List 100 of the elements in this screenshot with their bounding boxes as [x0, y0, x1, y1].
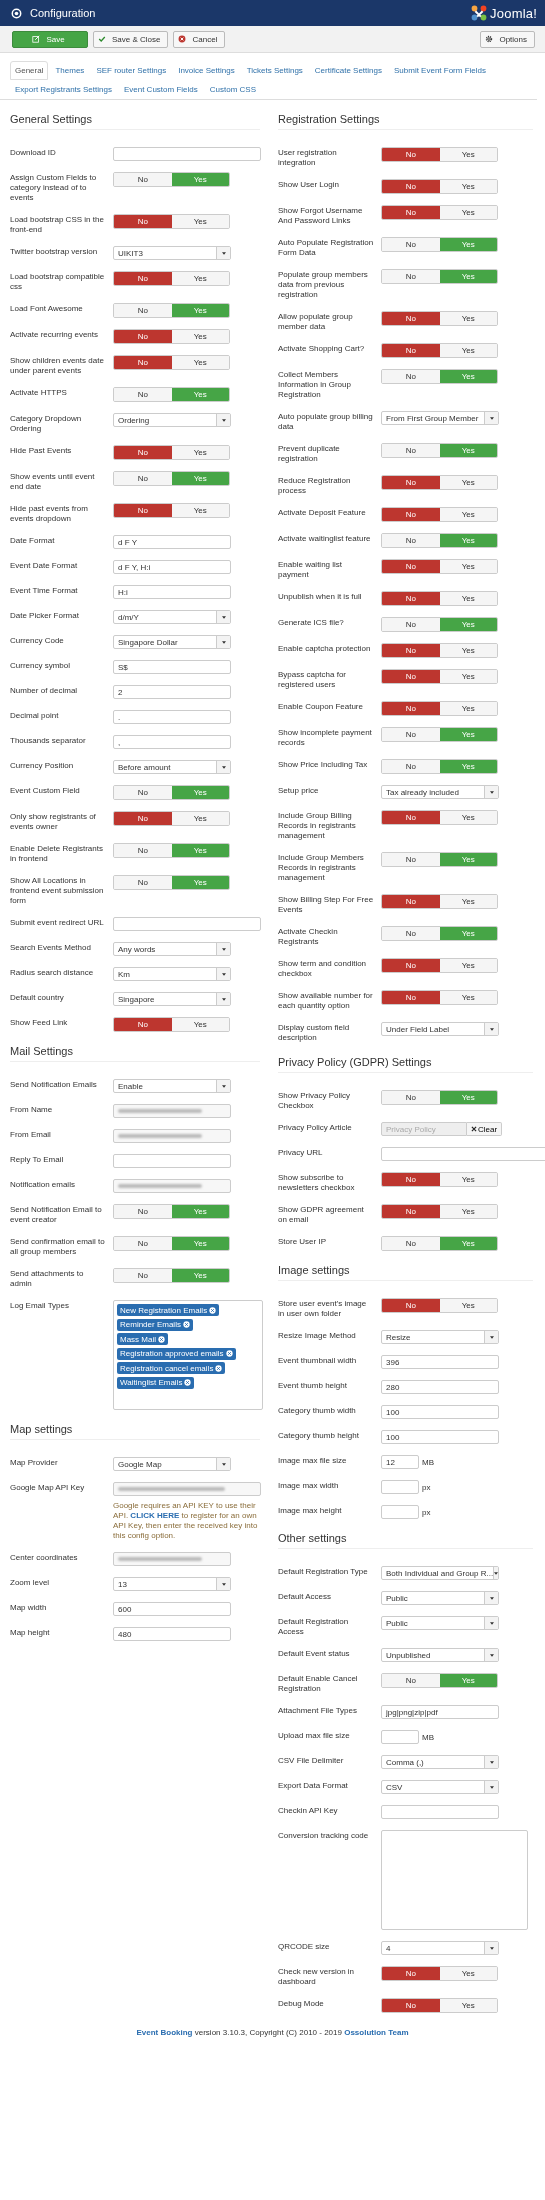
text-area[interactable]	[381, 1830, 528, 1930]
toggle-option[interactable]: Yes	[439, 1967, 497, 1980]
input-field[interactable]: 480	[113, 1627, 231, 1641]
dropdown[interactable]: Singapore Dollar	[113, 635, 231, 649]
toggle-option[interactable]: No	[114, 1237, 172, 1250]
dropdown[interactable]: UIKIT3	[113, 246, 231, 260]
dropdown[interactable]: 4	[381, 1941, 499, 1955]
toggle-option[interactable]: Yes	[439, 508, 497, 521]
toggle-option[interactable]: No	[382, 959, 440, 972]
remove-icon[interactable]	[215, 1364, 223, 1372]
toggle-option[interactable]: No	[382, 180, 440, 193]
dropdown[interactable]: Enable	[113, 1079, 231, 1093]
dropdown[interactable]: Any words	[113, 942, 231, 956]
input-field[interactable]: 100	[381, 1405, 499, 1419]
input-field[interactable]: 396	[381, 1355, 499, 1369]
toggle-option[interactable]: No	[382, 702, 440, 715]
toggle-option[interactable]: No	[382, 991, 440, 1004]
dropdown[interactable]: Ordering	[113, 413, 231, 427]
toggle-option[interactable]: No	[382, 618, 440, 631]
toggle-option[interactable]: No	[382, 270, 440, 283]
toggle-option[interactable]: No	[382, 344, 440, 357]
tab[interactable]: Certificate Settings	[309, 61, 387, 80]
tab[interactable]: Themes	[50, 61, 90, 80]
toggle-option[interactable]: No	[382, 1173, 440, 1186]
dropdown[interactable]: From First Group Member	[381, 411, 499, 425]
clear-button[interactable]: Clear	[467, 1122, 503, 1136]
dropdown[interactable]: Comma (,)	[381, 1755, 499, 1769]
toggle-option[interactable]: No	[114, 272, 172, 285]
input-field[interactable]: ,	[113, 735, 231, 749]
dropdown[interactable]: Before amount	[113, 760, 231, 774]
input-field[interactable]: 600	[113, 1602, 231, 1616]
toggle-option[interactable]: Yes	[439, 206, 497, 219]
input-field[interactable]: 100	[381, 1430, 499, 1444]
toggle-option[interactable]: No	[382, 148, 440, 161]
dropdown[interactable]: 13	[113, 1577, 231, 1591]
toggle-option[interactable]: Yes	[171, 215, 229, 228]
toggle-option[interactable]: No	[382, 644, 440, 657]
toggle-option[interactable]: Yes	[171, 330, 229, 343]
register-link[interactable]: CLICK HERE	[130, 1511, 180, 1520]
toggle-option[interactable]: No	[382, 1967, 440, 1980]
toggle-option[interactable]: No	[382, 1091, 440, 1104]
toggle-option[interactable]: No	[114, 446, 172, 459]
toggle-option[interactable]: Yes	[439, 1299, 497, 1312]
dropdown[interactable]: Google Map	[113, 1457, 231, 1471]
toggle-option[interactable]: No	[114, 173, 172, 186]
input-field[interactable]	[113, 1104, 231, 1118]
remove-icon[interactable]	[158, 1335, 165, 1343]
toggle-option[interactable]: No	[382, 370, 440, 383]
toggle-option[interactable]: No	[382, 1299, 440, 1312]
toggle-option[interactable]: Yes	[439, 1205, 497, 1218]
toggle-option[interactable]: Yes	[439, 180, 497, 193]
toggle-option[interactable]: Yes	[439, 895, 497, 908]
tab[interactable]: Submit Event Form Fields	[389, 61, 491, 80]
toggle-option[interactable]: No	[114, 472, 172, 485]
input-field[interactable]	[381, 1805, 499, 1819]
toggle-option[interactable]: No	[382, 1674, 440, 1687]
input-field[interactable]: d F Y, H:i	[113, 560, 231, 574]
remove-icon[interactable]	[225, 1350, 233, 1358]
toggle-option[interactable]: Yes	[171, 446, 229, 459]
input-field[interactable]: d F Y	[113, 535, 231, 549]
toggle-option[interactable]: No	[382, 1237, 440, 1250]
toggle-option[interactable]: No	[382, 444, 440, 457]
toggle-option[interactable]: Yes	[439, 592, 497, 605]
toggle-option[interactable]: No	[114, 876, 172, 889]
toggle-option[interactable]: No	[114, 356, 172, 369]
toggle-option[interactable]: Yes	[439, 702, 497, 715]
toggle-option[interactable]: No	[114, 388, 172, 401]
toggle-option[interactable]: No	[114, 1269, 172, 1282]
toggle-option[interactable]: Yes	[171, 812, 229, 825]
input-field[interactable]	[113, 1154, 231, 1168]
toggle-option[interactable]: No	[382, 1999, 440, 2012]
toggle-option[interactable]: Yes	[171, 272, 229, 285]
toggle-option[interactable]: No	[114, 1018, 172, 1031]
tab[interactable]: Invoice Settings	[173, 61, 240, 80]
input-field[interactable]	[381, 1505, 419, 1519]
toggle-option[interactable]: No	[382, 238, 440, 251]
toggle-option[interactable]: No	[382, 560, 440, 573]
toggle-option[interactable]: Yes	[439, 476, 497, 489]
toggle-option[interactable]: No	[382, 811, 440, 824]
input-field[interactable]	[381, 1147, 545, 1161]
toggle-option[interactable]: Yes	[439, 991, 497, 1004]
input-field[interactable]: 12	[381, 1455, 419, 1469]
input-field[interactable]: jpg|png|zip|pdf	[381, 1705, 499, 1719]
input-field[interactable]	[113, 1129, 231, 1143]
toggle-option[interactable]: Yes	[171, 1018, 229, 1031]
toggle-option[interactable]: No	[382, 534, 440, 547]
toolbar-button[interactable]: Cancel	[173, 30, 226, 48]
input-field[interactable]	[381, 1730, 419, 1744]
tag-input[interactable]: New Registration Emails Reminder Emails Mass Mail Registration approved emails Registration cancel emails Waitinglist Emails	[113, 1300, 263, 1410]
toggle-option[interactable]: No	[382, 760, 440, 773]
toggle-option[interactable]: Yes	[171, 504, 229, 517]
toggle-option[interactable]: No	[382, 476, 440, 489]
input-field[interactable]: .	[113, 710, 231, 724]
toggle-option[interactable]: No	[382, 853, 440, 866]
input-field[interactable]: H:i	[113, 585, 231, 599]
tab[interactable]: Export Registrants Settings	[10, 80, 117, 99]
toggle-option[interactable]: No	[114, 215, 172, 228]
toggle-option[interactable]: Yes	[439, 1999, 497, 2012]
toggle-option[interactable]: Yes	[439, 148, 497, 161]
toggle-option[interactable]: No	[382, 592, 440, 605]
